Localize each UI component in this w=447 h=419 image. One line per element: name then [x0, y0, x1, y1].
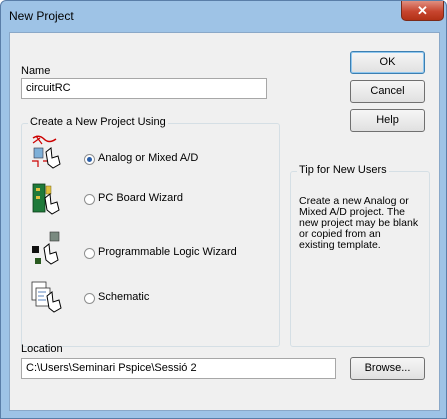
- option-pc-board[interactable]: PC Board Wizard: [22, 180, 252, 220]
- location-label: Location: [21, 343, 63, 355]
- radio-analog[interactable]: [84, 154, 95, 165]
- radio-pc-board[interactable]: [84, 194, 95, 205]
- dialog-body: Name circuitRC OK Cancel Help Create a N…: [9, 32, 440, 411]
- option-schematic[interactable]: Schematic: [22, 276, 252, 316]
- create-project-group: Create a New Project Using Analog or Mix…: [21, 116, 280, 347]
- radio-schematic[interactable]: [84, 293, 95, 304]
- schematic-icon: [31, 281, 62, 313]
- close-icon: ✕: [417, 2, 428, 18]
- programmable-logic-icon: [32, 231, 60, 265]
- create-project-group-title: Create a New Project Using: [28, 116, 168, 128]
- option-analog-label: Analog or Mixed A/D: [98, 152, 199, 164]
- new-project-dialog: New Project ✕ Name circuitRC OK Cancel H…: [0, 0, 447, 419]
- window-title: New Project: [9, 9, 74, 23]
- ok-button[interactable]: OK: [350, 51, 425, 74]
- option-pc-board-label: PC Board Wizard: [98, 192, 183, 204]
- option-programmable-logic[interactable]: Programmable Logic Wizard: [22, 228, 252, 268]
- radio-programmable-logic[interactable]: [84, 248, 95, 259]
- cancel-button[interactable]: Cancel: [350, 80, 425, 103]
- title-bar[interactable]: New Project ✕: [1, 1, 446, 31]
- analog-circuit-icon: [32, 135, 61, 169]
- close-button[interactable]: ✕: [401, 1, 444, 21]
- name-label: Name: [21, 65, 51, 77]
- tip-group: Tip for New Users Create a new Analog or…: [290, 164, 430, 347]
- name-input[interactable]: circuitRC: [21, 78, 267, 99]
- option-analog[interactable]: Analog or Mixed A/D: [22, 132, 252, 172]
- option-programmable-logic-label: Programmable Logic Wizard: [98, 246, 237, 258]
- location-input[interactable]: C:\Users\Seminari Pspice\Sessió 2: [21, 358, 336, 379]
- tip-text: Create a new Analog or Mixed A/D project…: [299, 195, 419, 251]
- tip-group-title: Tip for New Users: [297, 164, 389, 176]
- browse-button[interactable]: Browse...: [350, 357, 425, 380]
- option-schematic-label: Schematic: [98, 291, 150, 303]
- pc-board-icon: [32, 183, 60, 215]
- help-button[interactable]: Help: [350, 109, 425, 132]
